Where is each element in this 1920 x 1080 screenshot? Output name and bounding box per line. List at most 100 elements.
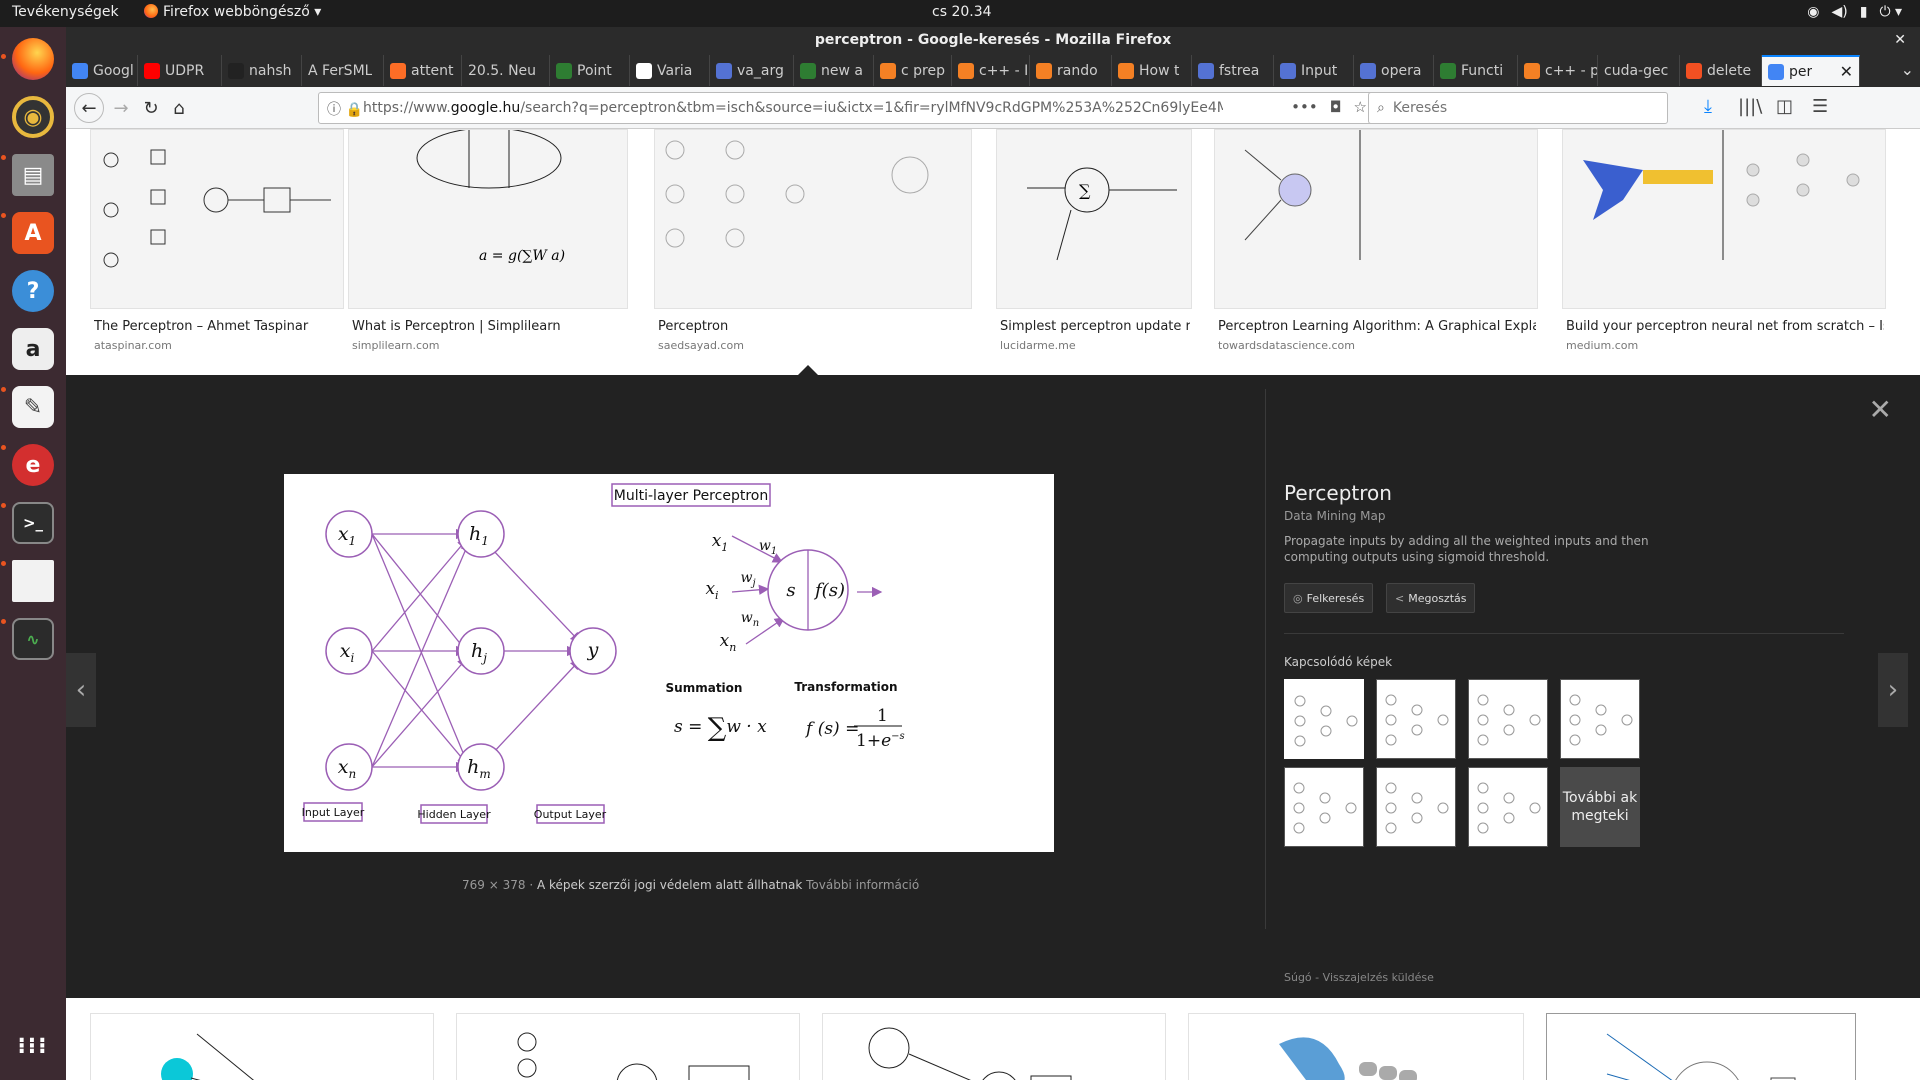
result-title[interactable]: Perceptron bbox=[658, 319, 970, 334]
search-bar[interactable]: ⌕ bbox=[1368, 92, 1668, 124]
tab-label: Input bbox=[1301, 62, 1338, 79]
tab-list-icon[interactable]: ⌄ bbox=[1901, 60, 1914, 79]
tab-4[interactable]: attent bbox=[384, 55, 462, 86]
url-bar[interactable]: ⓘ 🔒 https://www.google.hu/search?q=perce… bbox=[318, 92, 1378, 124]
activities-button[interactable]: Tevékenységek bbox=[12, 4, 119, 20]
page-actions-icon[interactable]: ••• bbox=[1291, 98, 1318, 116]
result-title[interactable]: The Perceptron – Ahmet Taspinar bbox=[94, 319, 342, 334]
dock-document-viewer[interactable]: e bbox=[9, 441, 57, 489]
tab-17[interactable]: Functi bbox=[1434, 55, 1518, 86]
tab-7[interactable]: Varia bbox=[630, 55, 710, 86]
more-related-button[interactable]: További ak megteki bbox=[1560, 767, 1640, 847]
tab-label: opera bbox=[1381, 62, 1422, 79]
tab-10[interactable]: c prep bbox=[874, 55, 952, 86]
preview-image[interactable]: Multi-layer Perceptron x1 xi xn h1 hj hm… bbox=[284, 474, 1054, 852]
related-image[interactable] bbox=[1284, 767, 1364, 847]
search-input[interactable] bbox=[1392, 100, 1633, 116]
result-thumbnail[interactable] bbox=[1214, 129, 1538, 309]
tab-1[interactable]: UDPR bbox=[138, 55, 222, 86]
feedback-link[interactable]: Visszajelzés küldése bbox=[1323, 971, 1434, 984]
result-thumbnail[interactable] bbox=[1562, 129, 1886, 309]
sidebar-icon[interactable]: ◫ bbox=[1776, 96, 1793, 117]
forward-button[interactable]: → bbox=[108, 95, 134, 121]
app-menu[interactable]: Firefox webböngésző ▾ bbox=[144, 4, 321, 20]
image-title[interactable]: Perceptron bbox=[1284, 481, 1392, 505]
tab-15[interactable]: Input bbox=[1274, 55, 1354, 86]
image-source: Data Mining Map bbox=[1284, 509, 1386, 523]
result-thumbnail[interactable] bbox=[90, 1013, 434, 1080]
tab-0[interactable]: Googl bbox=[66, 55, 138, 86]
dock-files[interactable]: ▤ bbox=[9, 151, 57, 199]
window-close-button[interactable]: ✕ bbox=[1894, 27, 1906, 54]
related-image[interactable] bbox=[1376, 679, 1456, 759]
close-tab-icon[interactable]: ✕ bbox=[1840, 62, 1853, 81]
result-site: saedsayad.com bbox=[658, 339, 744, 352]
result-title[interactable]: Perceptron Learning Algorithm: A Graphic… bbox=[1218, 319, 1536, 334]
tab-12[interactable]: rando bbox=[1030, 55, 1112, 86]
back-button[interactable]: ← bbox=[74, 93, 104, 123]
result-thumbnail[interactable] bbox=[822, 1013, 1166, 1080]
bookmark-star-icon[interactable]: ☆ bbox=[1354, 98, 1367, 116]
result-thumbnail[interactable] bbox=[456, 1013, 800, 1080]
result-thumbnail[interactable]: ∑ bbox=[996, 129, 1192, 309]
chevron-left-icon: ‹ bbox=[75, 675, 87, 705]
dock-amazon[interactable]: a bbox=[9, 325, 57, 373]
related-image[interactable] bbox=[1560, 679, 1640, 759]
site-info-icon[interactable]: ⓘ 🔒 bbox=[327, 99, 363, 119]
tab-5[interactable]: 20.5. Neu bbox=[462, 55, 550, 86]
clock[interactable]: cs 20.34 bbox=[932, 4, 992, 20]
tab-2[interactable]: nahsh bbox=[222, 55, 302, 86]
dock-terminal[interactable]: >_ bbox=[9, 499, 57, 547]
show-applications-button[interactable]: ⁝⁝⁝ bbox=[9, 1022, 57, 1070]
related-image[interactable] bbox=[1468, 679, 1548, 759]
reload-button[interactable]: ↻ bbox=[138, 95, 164, 121]
svg-text:y: y bbox=[587, 639, 599, 661]
result-thumbnail[interactable] bbox=[1188, 1013, 1524, 1080]
sigmoid-formula: f (s) = 1 1+e−s bbox=[804, 706, 905, 751]
result-thumbnail[interactable]: a = g(∑W a) bbox=[348, 129, 628, 309]
home-button[interactable]: ⌂ bbox=[166, 95, 192, 121]
tab-11[interactable]: c++ - I bbox=[952, 55, 1030, 86]
result-title[interactable]: Simplest perceptron update rul... bbox=[1000, 319, 1190, 334]
tab-19[interactable]: cuda-gec bbox=[1598, 55, 1680, 86]
pocket-icon[interactable]: ◘ bbox=[1330, 98, 1342, 116]
result-thumbnail[interactable] bbox=[1546, 1013, 1856, 1080]
dock-rhythmbox[interactable]: ◉ bbox=[9, 93, 57, 141]
window-title: perceptron - Google-keresés - Mozilla Fi… bbox=[814, 32, 1172, 48]
tab-18[interactable]: c++ - p bbox=[1518, 55, 1598, 86]
system-tray[interactable]: ◉ ◀) ▮ ⏻ ▾ bbox=[1795, 4, 1902, 20]
result-thumbnail[interactable] bbox=[654, 129, 972, 309]
close-preview-button[interactable]: ✕ bbox=[1869, 393, 1892, 426]
dock-firefox[interactable] bbox=[1, 35, 57, 83]
tab-8[interactable]: va_arg bbox=[710, 55, 794, 86]
result-thumbnail[interactable] bbox=[90, 129, 344, 309]
dock-software-center[interactable]: A bbox=[9, 209, 57, 257]
tab-16[interactable]: opera bbox=[1354, 55, 1434, 86]
tab-3[interactable]: A FerSML bbox=[302, 55, 384, 86]
share-button[interactable]: < Megosztás bbox=[1386, 583, 1476, 613]
result-title[interactable]: What is Perceptron | Simplilearn bbox=[352, 319, 626, 334]
related-image[interactable] bbox=[1468, 767, 1548, 847]
tab-20[interactable]: delete bbox=[1680, 55, 1762, 86]
library-icon[interactable]: |||\ bbox=[1738, 96, 1762, 117]
tab-21[interactable]: per ✕ bbox=[1762, 55, 1860, 86]
show-applications-icon: ⁝⁝⁝ bbox=[17, 1033, 49, 1059]
tab-6[interactable]: Point bbox=[550, 55, 630, 86]
related-image[interactable] bbox=[1376, 767, 1456, 847]
tab-13[interactable]: How t bbox=[1112, 55, 1192, 86]
hamburger-menu-icon[interactable]: ☰ bbox=[1812, 96, 1828, 117]
transformation-label: Transformation bbox=[794, 680, 897, 694]
related-image[interactable] bbox=[1284, 679, 1364, 759]
dock-file[interactable] bbox=[9, 557, 57, 605]
help-link[interactable]: Súgó bbox=[1284, 971, 1312, 984]
more-info-link[interactable]: További információ bbox=[806, 878, 919, 892]
tab-9[interactable]: new a bbox=[794, 55, 874, 86]
dock-text-editor[interactable]: ✎ bbox=[9, 383, 57, 431]
visit-button[interactable]: ◎ Felkeresés bbox=[1284, 583, 1374, 613]
previous-image-button[interactable]: ‹ bbox=[66, 653, 96, 727]
tab-14[interactable]: fstrea bbox=[1192, 55, 1274, 86]
dock-help[interactable]: ? bbox=[9, 267, 57, 315]
dock-system-monitor[interactable]: ∿ bbox=[9, 615, 57, 663]
result-title[interactable]: Build your perceptron neural net from sc… bbox=[1566, 319, 1884, 334]
downloads-icon[interactable]: ⤓ bbox=[1704, 96, 1712, 117]
